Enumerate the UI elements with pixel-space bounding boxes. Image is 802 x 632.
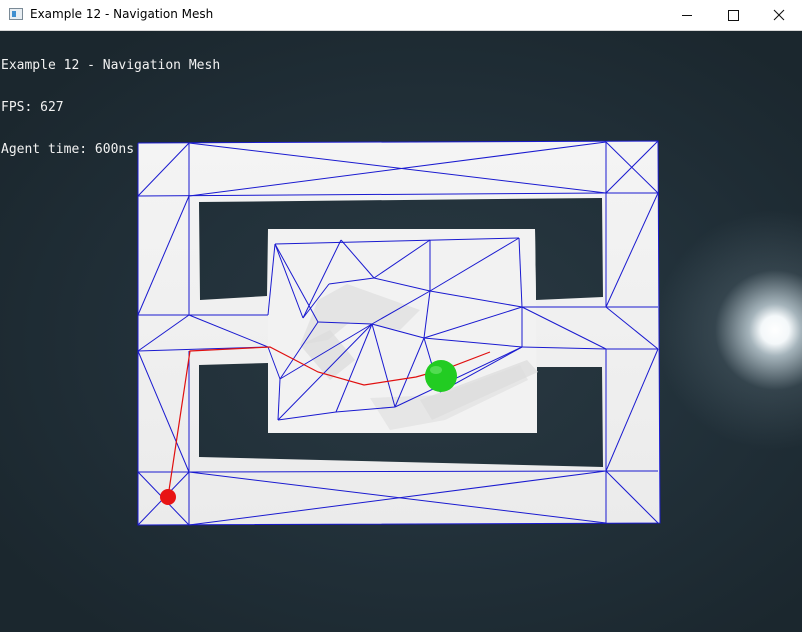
minimize-button[interactable] [664, 0, 710, 30]
render-viewport[interactable]: Example 12 - Navigation Mesh FPS: 627 Ag… [0, 31, 802, 632]
hud-overlay: Example 12 - Navigation Mesh FPS: 627 Ag… [1, 31, 220, 185]
agent-highlight [430, 366, 442, 374]
app-window: Example 12 - Navigation Mesh Example 12 … [0, 0, 802, 632]
close-icon [773, 9, 785, 21]
hud-title: Example 12 - Navigation Mesh [1, 58, 221, 73]
window-app-icon [9, 8, 23, 20]
close-button[interactable] [756, 0, 802, 30]
hud-fps: FPS: 627 [1, 100, 64, 115]
agent-sphere[interactable] [425, 360, 457, 392]
window-title: Example 12 - Navigation Mesh [30, 7, 214, 21]
target-marker[interactable] [160, 489, 176, 505]
hud-agent-time: Agent time: 600ns [1, 142, 135, 157]
maximize-button[interactable] [710, 0, 756, 30]
title-bar[interactable]: Example 12 - Navigation Mesh [0, 0, 802, 31]
